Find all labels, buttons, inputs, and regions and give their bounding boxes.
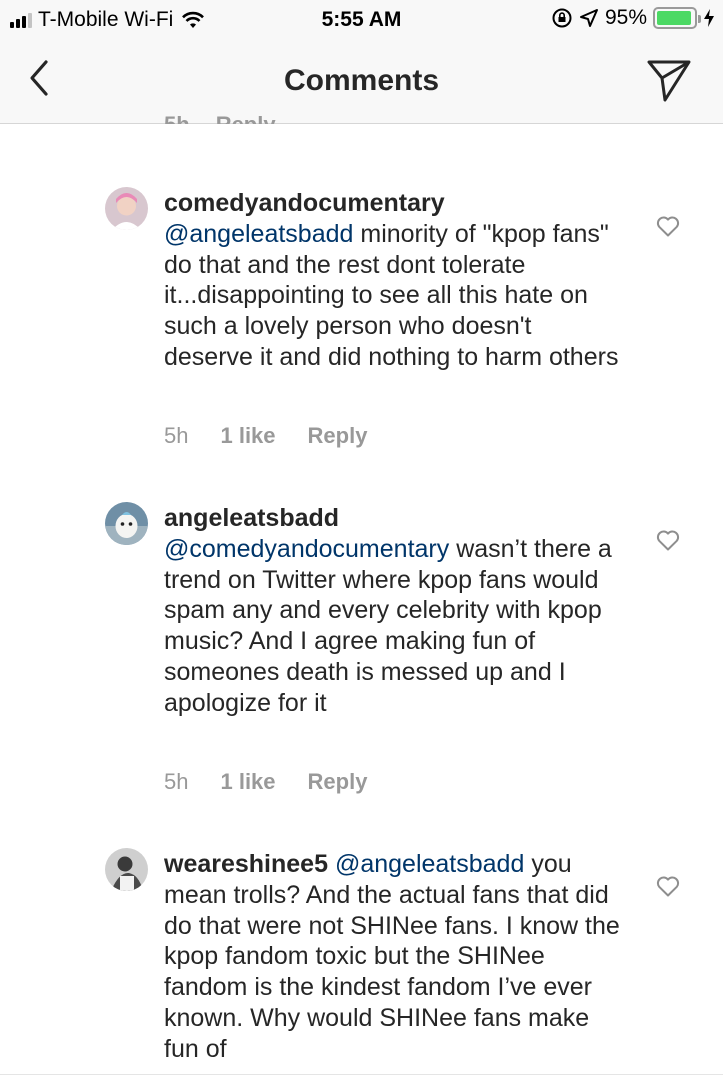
location-icon <box>579 9 598 27</box>
comment-mention[interactable]: @angeleatsbadd <box>335 850 524 878</box>
rotation-lock-icon <box>552 8 572 28</box>
comment-username[interactable]: comedyandocumentary <box>164 189 445 217</box>
comment-meta: 5h 1 like Reply <box>164 769 367 795</box>
comment-text: you mean trolls? And the actual fans tha… <box>164 850 620 1063</box>
battery-fill <box>657 11 692 25</box>
reply-button[interactable]: Reply <box>308 423 368 449</box>
avatar[interactable] <box>105 848 148 891</box>
status-bar: T-Mobile Wi-Fi 5:55 AM 95% <box>0 0 723 40</box>
page-title: Comments <box>283 64 440 97</box>
heart-icon[interactable] <box>655 874 681 898</box>
comment-mention[interactable]: @angeleatsbadd <box>164 220 353 248</box>
battery-icon <box>653 7 701 29</box>
comment-meta: 5h 1 like Reply <box>164 423 367 449</box>
direct-send-icon[interactable] <box>645 56 693 104</box>
avatar[interactable] <box>105 187 148 230</box>
comment-body: angeleatsbadd @comedyandocumentary wasn’… <box>164 503 624 719</box>
heart-icon[interactable] <box>655 214 681 238</box>
comment-likes[interactable]: 1 like <box>220 423 275 449</box>
comment-time: 5h <box>164 769 189 794</box>
status-right: 95% <box>551 6 715 30</box>
comment-username[interactable]: weareshinee5 <box>164 850 328 878</box>
avatar[interactable] <box>105 502 148 545</box>
comment-body: weareshinee5 @angeleatsbadd you mean tro… <box>164 849 624 1072</box>
comment-mention[interactable]: @comedyandocumentary <box>164 535 449 563</box>
heart-icon[interactable] <box>655 528 681 552</box>
comment-time: 5h <box>164 423 189 448</box>
reply-button[interactable]: Reply <box>308 769 368 795</box>
comment-likes[interactable]: 1 like <box>220 769 275 795</box>
bottom-divider <box>0 1074 723 1075</box>
charging-icon <box>704 9 714 27</box>
nav-bar: Comments <box>0 40 723 124</box>
comment-body: comedyandocumentary @angeleatsbadd minor… <box>164 188 624 373</box>
comment-username[interactable]: angeleatsbadd <box>164 504 339 532</box>
battery-percent: 95% <box>604 6 647 29</box>
